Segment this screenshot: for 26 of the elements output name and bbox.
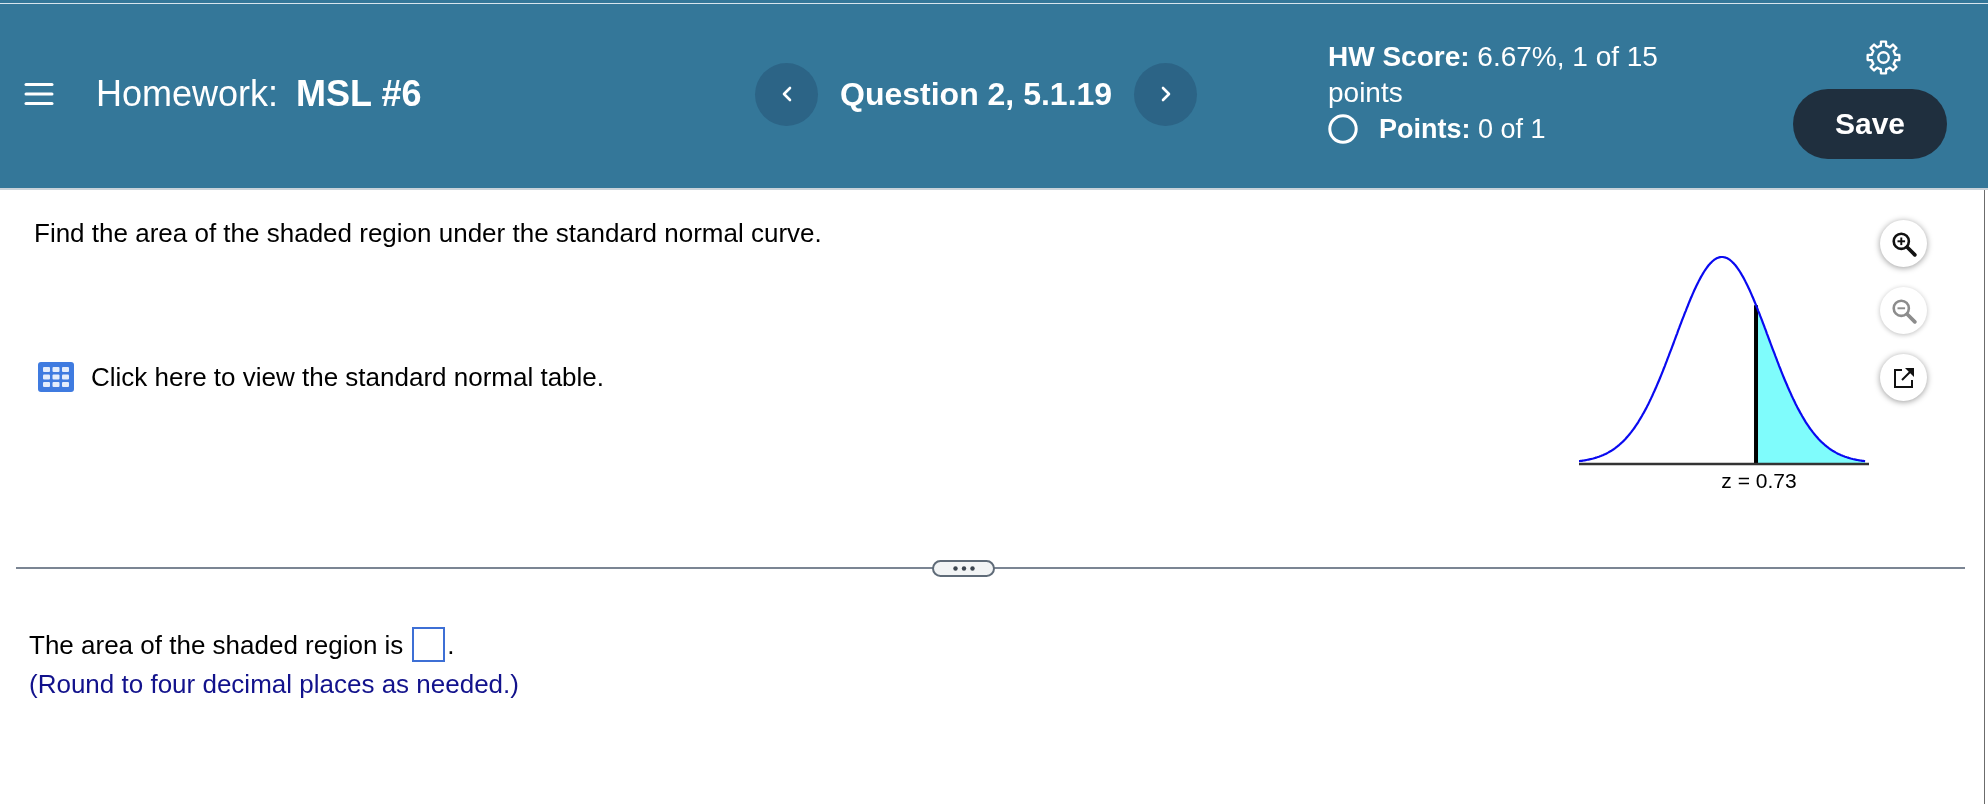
- menu-icon[interactable]: [24, 82, 54, 106]
- expand-handle[interactable]: [932, 560, 995, 577]
- pop-out-button[interactable]: [1880, 354, 1927, 401]
- answer-prompt: The area of the shaded region is: [29, 629, 404, 660]
- chevron-right-icon: [1160, 86, 1171, 102]
- rounding-hint: (Round to four decimal places as needed.): [29, 669, 519, 699]
- zoom-in-button[interactable]: [1880, 220, 1927, 267]
- zoom-out-icon: [1890, 297, 1917, 324]
- normal-table-link[interactable]: Click here to view the standard normal table.: [38, 362, 605, 392]
- points-text: Points: 0 of 1: [1379, 113, 1546, 146]
- homework-label: Homework:: [96, 73, 279, 115]
- chevron-left-icon: [781, 86, 792, 102]
- z-value-label: z = 0.73: [1721, 469, 1797, 492]
- homework-title: MSL #6: [296, 73, 422, 115]
- pop-out-icon: [1892, 366, 1915, 389]
- period-text: .: [447, 629, 455, 660]
- zoom-in-icon: [1890, 230, 1917, 257]
- question-title: Question 2, 5.1.19: [840, 75, 1113, 113]
- dots-icon: [952, 566, 975, 571]
- hw-score-text: HW Score: 6.67%, 1 of 15 points: [1328, 40, 1659, 110]
- save-button[interactable]: Save: [1793, 89, 1947, 159]
- table-icon: [38, 362, 74, 392]
- status-ring-icon: [1328, 114, 1358, 144]
- settings-icon[interactable]: [1866, 40, 1901, 75]
- answer-input[interactable]: [412, 627, 446, 662]
- question-prompt: Find the area of the shaded region under the standard normal curve.: [34, 220, 822, 246]
